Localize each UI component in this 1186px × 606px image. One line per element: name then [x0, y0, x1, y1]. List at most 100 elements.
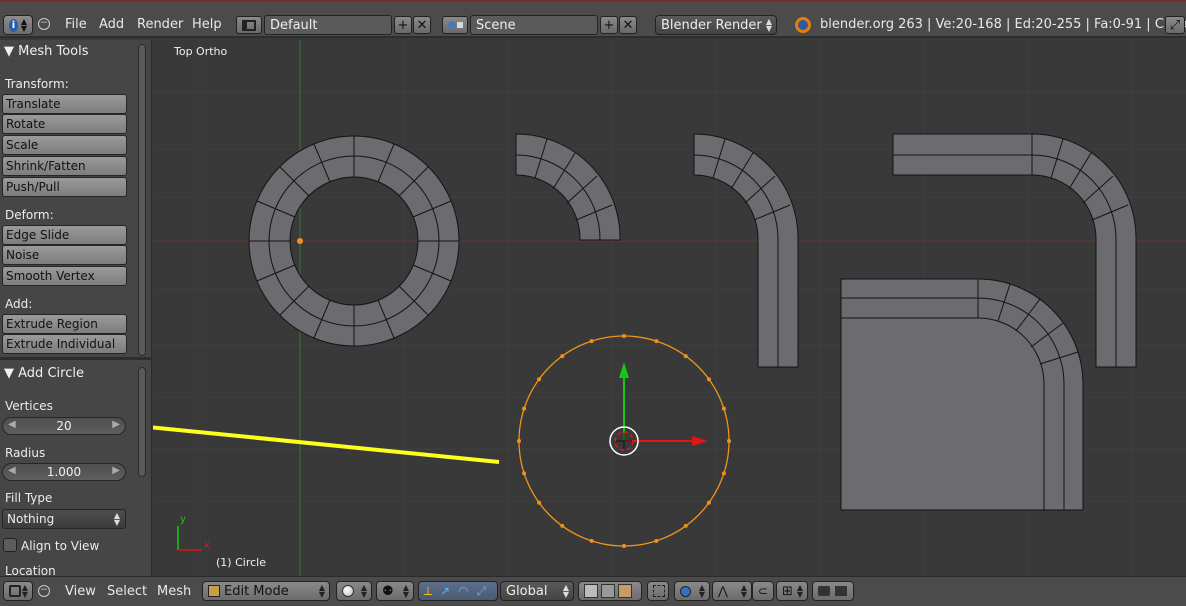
updown-icon: ▲ ▼	[765, 17, 772, 33]
axis-y-label: y	[180, 514, 186, 525]
add-label: Add:	[5, 297, 33, 311]
fullscreen-icon[interactable]: ⤢	[1165, 16, 1185, 34]
shrink-fatten-button[interactable]: Shrink/Fatten	[2, 156, 127, 176]
elbow-mesh	[693, 133, 799, 368]
select-mode-buttons[interactable]	[578, 581, 642, 601]
remove-layout-icon[interactable]: ✕	[413, 16, 431, 34]
camera-icon[interactable]	[818, 586, 830, 596]
manipulator-toggles[interactable]: ⟂ ↗ ◠ ⤢	[418, 581, 498, 601]
edge-slide-button[interactable]: Edge Slide	[2, 225, 127, 245]
increment-arrow-icon[interactable]: ▶	[112, 465, 120, 476]
snap-toggle[interactable]: ⊂	[752, 581, 774, 601]
mesh-tools-panel-header[interactable]: ▼ Mesh Tools	[4, 44, 89, 59]
orientation-label: Global	[506, 583, 548, 599]
proportional-edit-icon	[680, 585, 691, 597]
tool-shelf-scrollbar[interactable]	[138, 44, 146, 356]
menu-render[interactable]: Render	[137, 17, 183, 32]
fill-type-label: Fill Type	[5, 491, 53, 505]
editor-type-button[interactable]: ▲ ▼	[3, 581, 33, 601]
circle-vertex	[706, 377, 711, 382]
operator-scrollbar[interactable]	[138, 367, 146, 477]
collapse-menu-icon[interactable]: −	[38, 18, 50, 30]
snap-element-select[interactable]: ⊞ ▲ ▼	[776, 581, 808, 601]
menu-view[interactable]: View	[65, 584, 96, 599]
clapper-icon[interactable]	[835, 586, 847, 596]
increment-arrow-icon[interactable]: ▶	[112, 419, 120, 430]
occlude-icon	[653, 585, 665, 597]
panel-divider[interactable]	[0, 357, 152, 360]
updown-icon: ▲ ▼	[402, 583, 409, 599]
circle-vertex	[683, 354, 688, 359]
circle-vertex	[654, 538, 659, 543]
decrement-arrow-icon[interactable]: ◀	[8, 465, 16, 476]
menu-select[interactable]: Select	[107, 584, 147, 599]
align-to-view-checkbox[interactable]	[3, 538, 17, 552]
fill-type-select[interactable]: Nothing ▲ ▼	[2, 509, 126, 529]
menu-mesh[interactable]: Mesh	[157, 584, 191, 599]
updown-icon: ▲ ▼	[796, 583, 803, 599]
vertices-label: Vertices	[5, 399, 53, 413]
scene-field[interactable]: Scene	[470, 15, 598, 35]
menu-add[interactable]: Add	[99, 17, 124, 32]
collapse-menu-icon[interactable]: −	[38, 585, 50, 597]
add-circle-title: Add Circle	[18, 366, 84, 381]
circle-vertex	[721, 471, 726, 476]
pivot-point-select[interactable]: ⚉ ▲ ▼	[376, 581, 414, 601]
menu-file[interactable]: File	[65, 17, 87, 32]
scene-icon[interactable]	[442, 16, 468, 34]
circle-vertex	[706, 500, 711, 505]
circle-vertex	[622, 334, 626, 338]
mode-select[interactable]: Edit Mode ▲ ▼	[202, 581, 330, 601]
radius-label: Radius	[5, 446, 46, 460]
object-name-label: (1) Circle	[216, 556, 266, 569]
occlude-geometry-button[interactable]	[647, 581, 669, 601]
render-engine-label: Blender Render	[661, 17, 762, 33]
extrude-individual-button[interactable]: Extrude Individual	[2, 334, 127, 354]
add-scene-icon[interactable]: +	[600, 16, 618, 34]
screen-layout-icon[interactable]	[236, 16, 262, 34]
updown-icon: ▲ ▼	[20, 17, 27, 33]
noise-button[interactable]: Noise	[2, 245, 127, 265]
header-top-stripe	[0, 0, 1186, 2]
circle-vertex	[560, 354, 565, 359]
extrude-region-button[interactable]: Extrude Region	[2, 314, 127, 334]
face-select-icon[interactable]	[618, 584, 632, 598]
menu-help[interactable]: Help	[192, 17, 222, 32]
updown-icon: ▲ ▼	[21, 583, 28, 599]
radius-field[interactable]: ◀ 1.000 ▶	[2, 463, 126, 481]
vertex-select-icon[interactable]	[584, 584, 598, 598]
updown-icon: ▲ ▼	[562, 583, 569, 599]
updown-icon: ▲ ▼	[360, 583, 367, 599]
circle-vertex	[654, 339, 659, 344]
proportional-edit-select[interactable]: ▲ ▼	[674, 581, 710, 601]
push-pull-button[interactable]: Push/Pull	[2, 177, 127, 197]
smooth-vertex-button[interactable]: Smooth Vertex	[2, 266, 127, 286]
scale-manipulator-icon[interactable]: ⤢	[477, 584, 487, 599]
transform-orientation-select[interactable]: Global ▲ ▼	[500, 581, 574, 601]
vertices-field[interactable]: ◀ 20 ▶	[2, 417, 126, 435]
3d-viewport[interactable]: Top Ortho y x (1) Circle	[153, 40, 1186, 576]
collapse-triangle-icon: ▼	[4, 366, 19, 381]
annotation-highlight	[153, 425, 500, 464]
editor-type-button[interactable]: i ▲ ▼	[3, 15, 33, 35]
rotate-manipulator-icon[interactable]: ◠	[458, 584, 468, 598]
screen-layout-field[interactable]: Default	[264, 15, 392, 35]
render-engine-select[interactable]: Blender Render ▲ ▼	[655, 15, 777, 35]
viewport-shading-select[interactable]: ▲ ▼	[336, 581, 372, 601]
viewport-canvas	[153, 40, 1186, 576]
translate-manipulator-icon[interactable]: ↗	[440, 584, 450, 598]
decrement-arrow-icon[interactable]: ◀	[8, 419, 16, 430]
edge-select-icon[interactable]	[601, 584, 615, 598]
add-circle-panel-header[interactable]: ▼ Add Circle	[4, 366, 84, 381]
scale-button[interactable]: Scale	[2, 135, 127, 155]
translate-button[interactable]: Translate	[2, 94, 127, 114]
falloff-select[interactable]: ⋀ ▲ ▼	[712, 581, 752, 601]
remove-scene-icon[interactable]: ✕	[619, 16, 637, 34]
info-header: i ▲ ▼ − File Add Render Help Default + ✕ …	[0, 0, 1186, 38]
add-layout-icon[interactable]: +	[394, 16, 412, 34]
scene-stats: blender.org 263 | Ve:20-168 | Ed:20-255 …	[820, 17, 1186, 32]
render-buttons[interactable]	[812, 581, 854, 601]
radius-value: 1.000	[46, 465, 82, 479]
rotate-button[interactable]: Rotate	[2, 114, 127, 134]
manipulator-icon[interactable]: ⟂	[424, 584, 432, 599]
